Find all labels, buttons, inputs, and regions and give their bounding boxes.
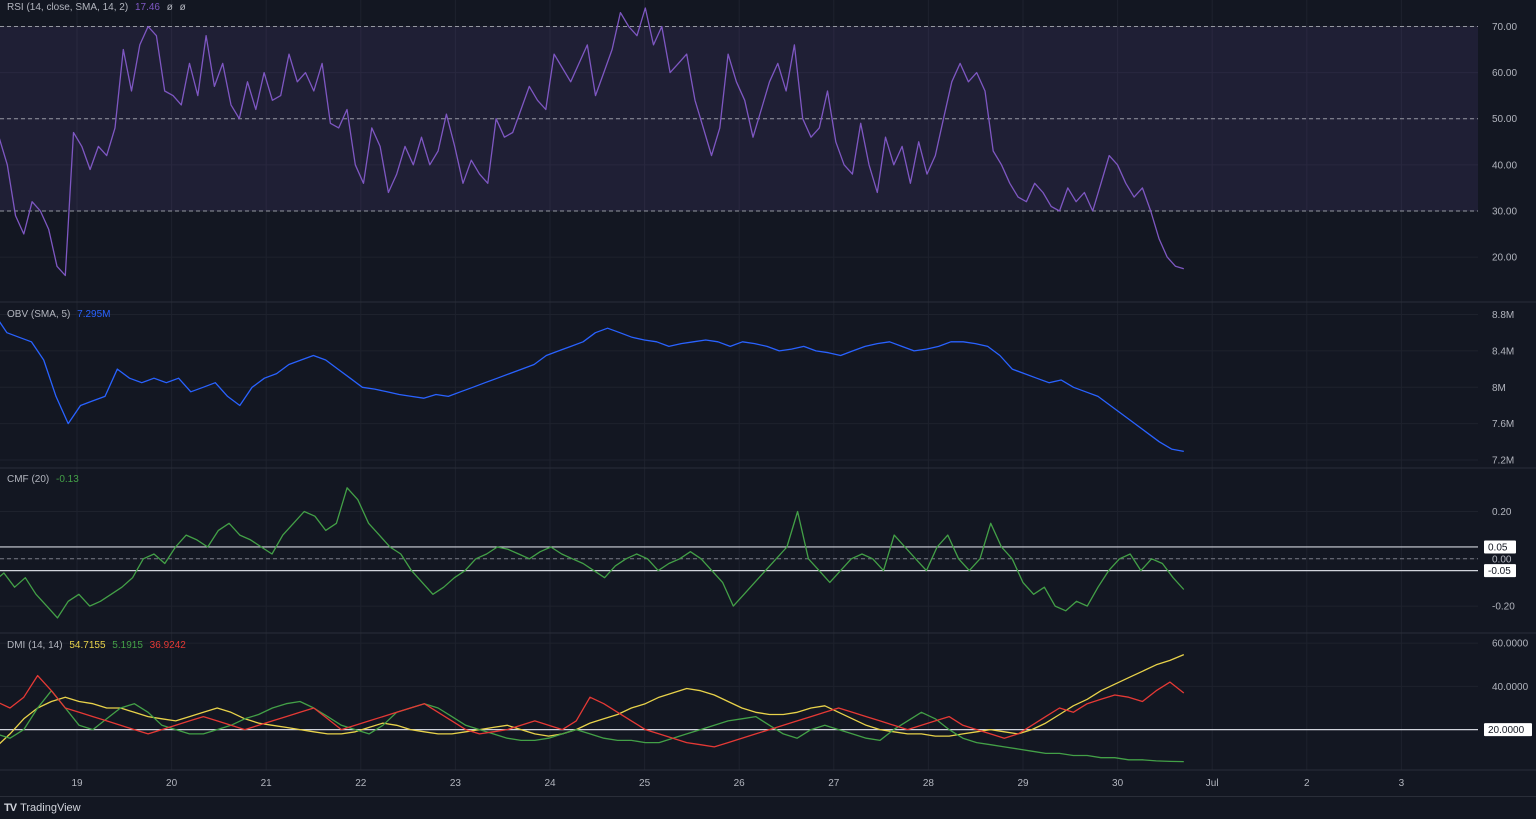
obv-tick-label: 8.4M [1492,346,1514,357]
dmi-legend[interactable]: DMI (14, 14) 54.7155 5.1915 36.9242 [7,640,190,651]
x-tick-label: Jul [1206,778,1219,789]
rsi-title: RSI (14, close, SMA, 14, 2) [7,2,129,13]
cmf-title: CMF (20) [7,474,50,485]
x-tick-label: 19 [71,778,83,789]
x-tick-label: 30 [1112,778,1124,789]
dmi-plus-value: 5.1915 [112,640,143,651]
rsi-tick-label: 50.00 [1492,114,1517,125]
cmf-tick-label: 0.00 [1492,554,1512,565]
x-tick-label: 2 [1304,778,1310,789]
cmf-tick-label: 0.20 [1492,507,1512,518]
x-tick-label: 23 [450,778,462,789]
obv-tick-label: 8.8M [1492,310,1514,321]
x-tick-label: 3 [1399,778,1405,789]
x-tick-label: 29 [1017,778,1029,789]
x-tick-label: 26 [734,778,746,789]
x-tick-label: 21 [261,778,273,789]
rsi-tick-label: 20.00 [1492,253,1517,264]
obv-tick-label: 7.2M [1492,456,1514,467]
x-tick-label: 27 [828,778,840,789]
tradingview-logo[interactable]: TV TradingView [4,802,81,814]
x-tick-label: 24 [544,778,556,789]
rsi-value: 17.46 [134,2,160,13]
rsi-tick-label: 60.00 [1492,68,1517,79]
dmi-highlight-label: 20.0000 [1488,725,1525,736]
x-tick-label: 25 [639,778,651,789]
rsi-extra-2: ø [179,2,186,13]
tradingview-icon: TV [4,802,17,814]
obv-title: OBV (SMA, 5) [7,309,71,320]
cmf-value: -0.13 [56,474,79,485]
x-tick-label: 20 [166,778,178,789]
obv-value: 7.295M [77,309,111,320]
dmi-minus-value: 36.9242 [149,640,186,651]
chart-canvas: 70.0060.0050.0040.0030.0020.008.8M8.4M8M… [0,0,1536,796]
x-tick-label: 22 [355,778,367,789]
dmi-title: DMI (14, 14) [7,640,63,651]
dmi-adx-value: 54.7155 [69,640,106,651]
cmf-tick-label: -0.20 [1492,602,1515,613]
rsi-legend[interactable]: RSI (14, close, SMA, 14, 2) 17.46 ø ø [7,2,190,13]
obv-tick-label: 8M [1492,383,1506,394]
footer-bar: TV TradingView [0,796,1536,819]
dmi-tick-label: 60.0000 [1492,639,1529,650]
cmf-highlight-label: 0.05 [1488,542,1508,553]
brand-name: TradingView [20,802,81,814]
cmf-legend[interactable]: CMF (20) -0.13 [7,474,83,485]
cmf-highlight-label: -0.05 [1488,566,1511,577]
x-tick-label: 28 [923,778,935,789]
rsi-tick-label: 70.00 [1492,22,1517,33]
obv-legend[interactable]: OBV (SMA, 5) 7.295M [7,309,115,320]
rsi-tick-label: 40.00 [1492,160,1517,171]
obv-tick-label: 7.6M [1492,419,1514,430]
dmi-tick-label: 40.0000 [1492,682,1529,693]
rsi-tick-label: 30.00 [1492,206,1517,217]
rsi-extra-1: ø [166,2,173,13]
